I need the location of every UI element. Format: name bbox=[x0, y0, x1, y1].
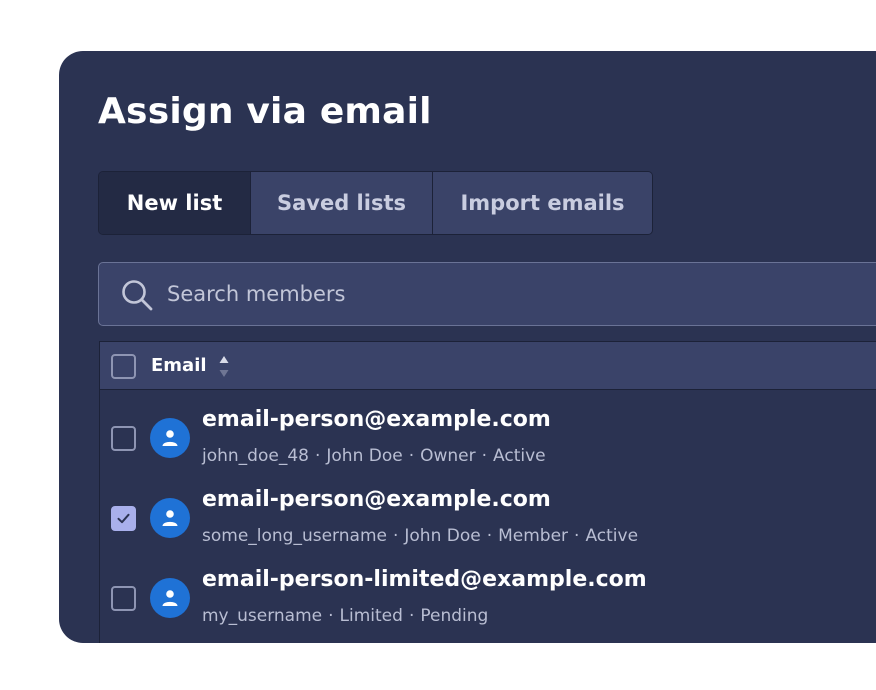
email-column-header: Email bbox=[151, 355, 207, 376]
sort-icon[interactable] bbox=[218, 354, 230, 379]
row-checkbox[interactable] bbox=[111, 426, 136, 451]
member-details: my_username · Limited · Pending bbox=[202, 606, 489, 626]
member-name: John Doe bbox=[404, 526, 481, 546]
select-all-checkbox[interactable] bbox=[111, 354, 136, 379]
table-header: Email bbox=[100, 341, 876, 390]
row-checkbox[interactable] bbox=[111, 506, 136, 531]
member-status: Active bbox=[585, 526, 639, 546]
member-username: some_long_username bbox=[202, 526, 387, 546]
tab-saved-lists[interactable]: Saved lists bbox=[250, 172, 432, 234]
row-checkbox[interactable] bbox=[111, 586, 136, 611]
table-row[interactable]: email-person-limited@example.com my_user… bbox=[100, 550, 876, 630]
member-email: email-person-limited@example.com bbox=[202, 567, 647, 592]
search-input[interactable] bbox=[167, 263, 767, 325]
search-icon bbox=[122, 280, 153, 311]
member-details: some_long_username · John Doe · Member · Activ… bbox=[202, 526, 639, 546]
member-email: email-person@example.com bbox=[202, 487, 551, 512]
member-status: Active bbox=[493, 446, 546, 466]
member-username: john_doe_48 bbox=[202, 446, 309, 466]
avatar bbox=[150, 578, 190, 618]
avatar bbox=[150, 498, 190, 538]
member-role: Member bbox=[498, 526, 569, 546]
member-role: Owner bbox=[420, 446, 476, 466]
tab-import-emails[interactable]: Import emails bbox=[432, 172, 652, 234]
search-box bbox=[98, 262, 876, 326]
members-table: Email email-person@example.com john_doe_… bbox=[99, 341, 876, 643]
table-row[interactable]: email-person@example.com some_long_usern… bbox=[100, 470, 876, 550]
assign-via-email-dialog: Assign via email New list Saved lists Im… bbox=[59, 51, 876, 643]
table-row[interactable]: email-person@example.com john_doe_48 · Joh… bbox=[100, 390, 876, 470]
tab-bar: New list Saved lists Import emails bbox=[98, 171, 653, 235]
member-email: email-person@example.com bbox=[202, 407, 551, 432]
tab-new-list[interactable]: New list bbox=[99, 172, 250, 234]
dialog-title: Assign via email bbox=[98, 91, 432, 132]
member-role: Limited bbox=[339, 606, 403, 626]
avatar bbox=[150, 418, 190, 458]
user-icon bbox=[162, 430, 178, 446]
member-username: my_username bbox=[202, 606, 323, 626]
checkmark-icon bbox=[117, 513, 130, 524]
member-status: Pending bbox=[420, 606, 489, 626]
member-name: John Doe bbox=[326, 446, 403, 466]
user-icon bbox=[162, 510, 178, 526]
user-icon bbox=[162, 590, 178, 606]
member-details: john_doe_48 · John Doe · Owner · Active bbox=[202, 446, 546, 466]
